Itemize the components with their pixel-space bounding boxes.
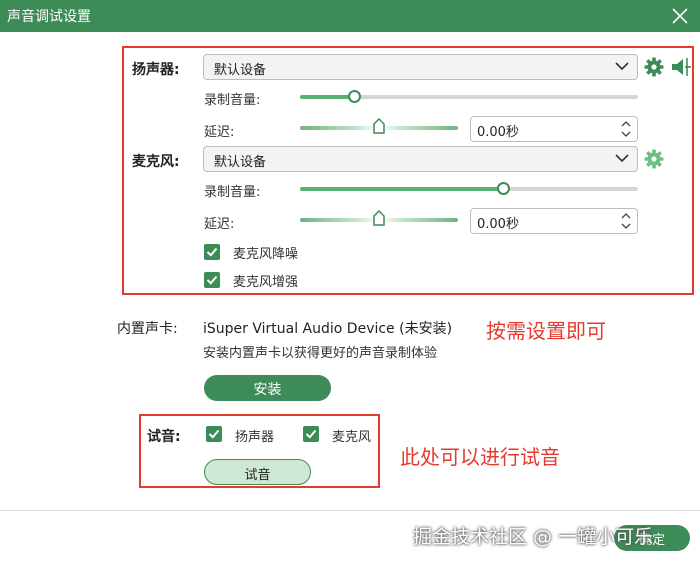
microphone-delay-slider[interactable] <box>300 210 458 226</box>
test-annotation: 此处可以进行试音 <box>400 445 560 469</box>
speaker-delay-label: 延迟: <box>204 125 235 140</box>
microphone-delay-value: 0.00秒 <box>477 217 519 232</box>
microphone-volume-fill <box>300 187 503 191</box>
speaker-volume-slider[interactable] <box>300 90 638 103</box>
checkmark-icon <box>206 247 218 257</box>
speaker-delay-value: 0.00秒 <box>477 125 519 140</box>
soundcard-hint: 安装内置声卡以获得更好的声音录制体验 <box>203 346 438 361</box>
test-speaker-label[interactable]: 扬声器 <box>235 426 274 445</box>
window-title: 声音调试设置 <box>7 9 91 25</box>
test-sound-button[interactable]: 试音 <box>204 459 311 485</box>
speaker-device-value: 默认设备 <box>214 63 267 78</box>
test-label: 试音: <box>147 429 181 445</box>
speaker-delay-input[interactable]: 0.00秒 <box>470 116 638 142</box>
microphone-delay-input[interactable]: 0.00秒 <box>470 208 638 234</box>
install-button[interactable]: 安装 <box>204 375 331 401</box>
microphone-volume-thumb[interactable] <box>496 182 510 195</box>
speaker-device-select[interactable]: 默认设备 <box>203 54 638 80</box>
test-microphone-label[interactable]: 麦克风 <box>332 426 371 445</box>
speaker-label: 扬声器: <box>132 62 180 78</box>
microphone-volume-slider[interactable] <box>300 182 638 195</box>
microphone-delay-thumb[interactable] <box>373 210 385 226</box>
spinner-arrows-icon[interactable] <box>621 211 631 231</box>
speaker-delay-slider[interactable] <box>300 118 458 134</box>
checkmark-icon <box>208 429 220 439</box>
noise-reduction-checkbox[interactable] <box>204 244 220 260</box>
title-bar: 声音调试设置 <box>0 0 700 32</box>
speaker-volume-label: 录制音量: <box>204 93 261 108</box>
microphone-volume-label: 录制音量: <box>204 185 261 200</box>
noise-reduction-label[interactable]: 麦克风降噪 <box>233 243 298 262</box>
checkmark-icon <box>305 429 317 439</box>
settings-annotation: 按需设置即可 <box>486 319 606 343</box>
soundcard-label: 内置声卡: <box>117 321 178 337</box>
close-icon <box>672 8 688 24</box>
speaker-delay-thumb[interactable] <box>373 118 385 134</box>
close-button[interactable] <box>669 5 691 27</box>
speaker-volume-thumb[interactable] <box>348 90 362 103</box>
enhance-checkbox[interactable] <box>204 272 220 288</box>
microphone-device-value: 默认设备 <box>214 155 267 170</box>
chevron-down-icon <box>615 154 629 163</box>
microphone-delay-label: 延迟: <box>204 217 235 232</box>
test-speaker-checkbox[interactable] <box>206 426 222 442</box>
microphone-gear-icon[interactable] <box>644 149 664 169</box>
speaker-volume-icon[interactable] <box>670 56 692 78</box>
watermark-text: 掘金技术社区 @ 一罐小可乐 <box>413 526 654 548</box>
test-microphone-checkbox[interactable] <box>303 426 319 442</box>
enhance-label[interactable]: 麦克风增强 <box>233 271 298 290</box>
spinner-arrows-icon[interactable] <box>621 119 631 139</box>
speaker-volume-fill <box>300 95 355 99</box>
chevron-down-icon <box>615 62 629 71</box>
microphone-device-select[interactable]: 默认设备 <box>203 146 638 172</box>
footer-divider <box>0 510 700 511</box>
checkmark-icon <box>206 275 218 285</box>
microphone-label: 麦克风: <box>132 154 180 170</box>
speaker-gear-icon[interactable] <box>644 57 664 77</box>
soundcard-device-name: iSuper Virtual Audio Device (未安装) <box>203 321 453 337</box>
